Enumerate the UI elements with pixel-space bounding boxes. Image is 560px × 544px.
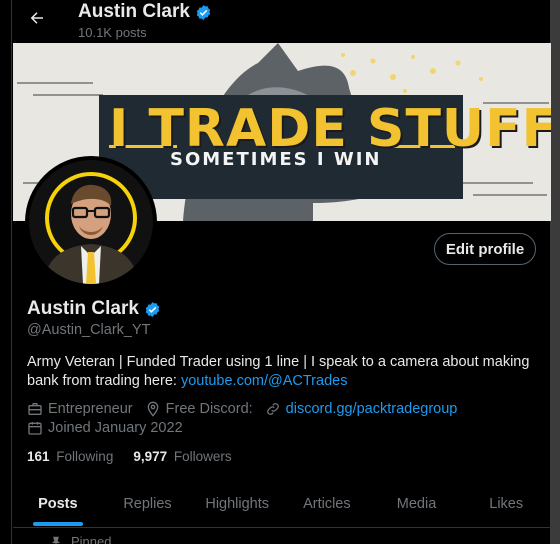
following-label: Following [56,449,114,464]
briefcase-icon [28,403,42,415]
profile-name: Austin Clark [27,298,139,319]
tab-articles[interactable]: Articles [282,480,372,527]
banner-subheadline: SOMETIMES I WIN [170,149,382,170]
verified-badge-icon [196,4,211,20]
avatar[interactable] [25,156,157,288]
location-label: Free Discord: [165,401,253,417]
profile-url-link[interactable]: discord.gg/packtradegroup [286,401,458,417]
location-item: Free Discord: [145,401,253,417]
follow-stats: 161 Following 9,977 Followers [27,449,232,464]
verified-badge-icon[interactable] [144,301,161,318]
profile-handle: @Austin_Clark_YT [27,322,151,338]
tab-posts[interactable]: Posts [13,480,103,527]
followers-link[interactable]: 9,977 Followers [133,449,231,464]
header-name: Austin Clark [78,1,190,22]
edit-profile-button[interactable]: Edit profile [434,233,536,265]
following-link[interactable]: 161 Following [27,449,113,464]
calendar-icon [28,422,42,435]
location-pin-icon [147,401,158,417]
tab-media[interactable]: Media [372,480,462,527]
arrow-left-icon [30,12,43,24]
posts-count: 10.1K posts [78,25,147,40]
profile-tabs: Posts Replies Highlights Articles Media … [13,480,551,528]
joined-label: Joined January 2022 [48,420,183,436]
pinned-label: Pinned [71,534,112,544]
joined-item: Joined January 2022 [27,420,183,436]
category-item: Entrepreneur [27,401,133,417]
profile-bio: Army Veteran | Funded Trader using 1 lin… [27,353,537,391]
bio-link[interactable]: youtube.com/@ACTrades [181,373,348,389]
followers-count: 9,977 [133,449,168,464]
following-count: 161 [27,449,50,464]
pinned-indicator: Pinned [49,534,111,544]
tab-highlights[interactable]: Highlights [192,480,282,527]
profile-name-row: Austin Clark [27,298,161,320]
profile-header-bar: Austin Clark 10.1K posts [13,0,550,44]
pin-icon [51,536,61,544]
left-divider [0,0,12,544]
back-button[interactable] [25,6,49,30]
header-title: Austin Clark [78,1,212,23]
category-label: Entrepreneur [48,401,133,417]
joined-row: Joined January 2022 [27,420,195,436]
profile-page: Austin Clark 10.1K posts I TRADE STUFF S… [0,0,560,544]
link-icon [266,403,279,415]
tab-likes[interactable]: Likes [461,480,551,527]
profile-meta-row: Entrepreneur Free Discord: discord.gg/pa… [27,401,469,417]
tab-replies[interactable]: Replies [103,480,193,527]
avatar-image [29,160,153,284]
followers-label: Followers [173,449,232,464]
url-item: discord.gg/packtradegroup [265,401,458,417]
scrollbar[interactable] [550,0,560,544]
